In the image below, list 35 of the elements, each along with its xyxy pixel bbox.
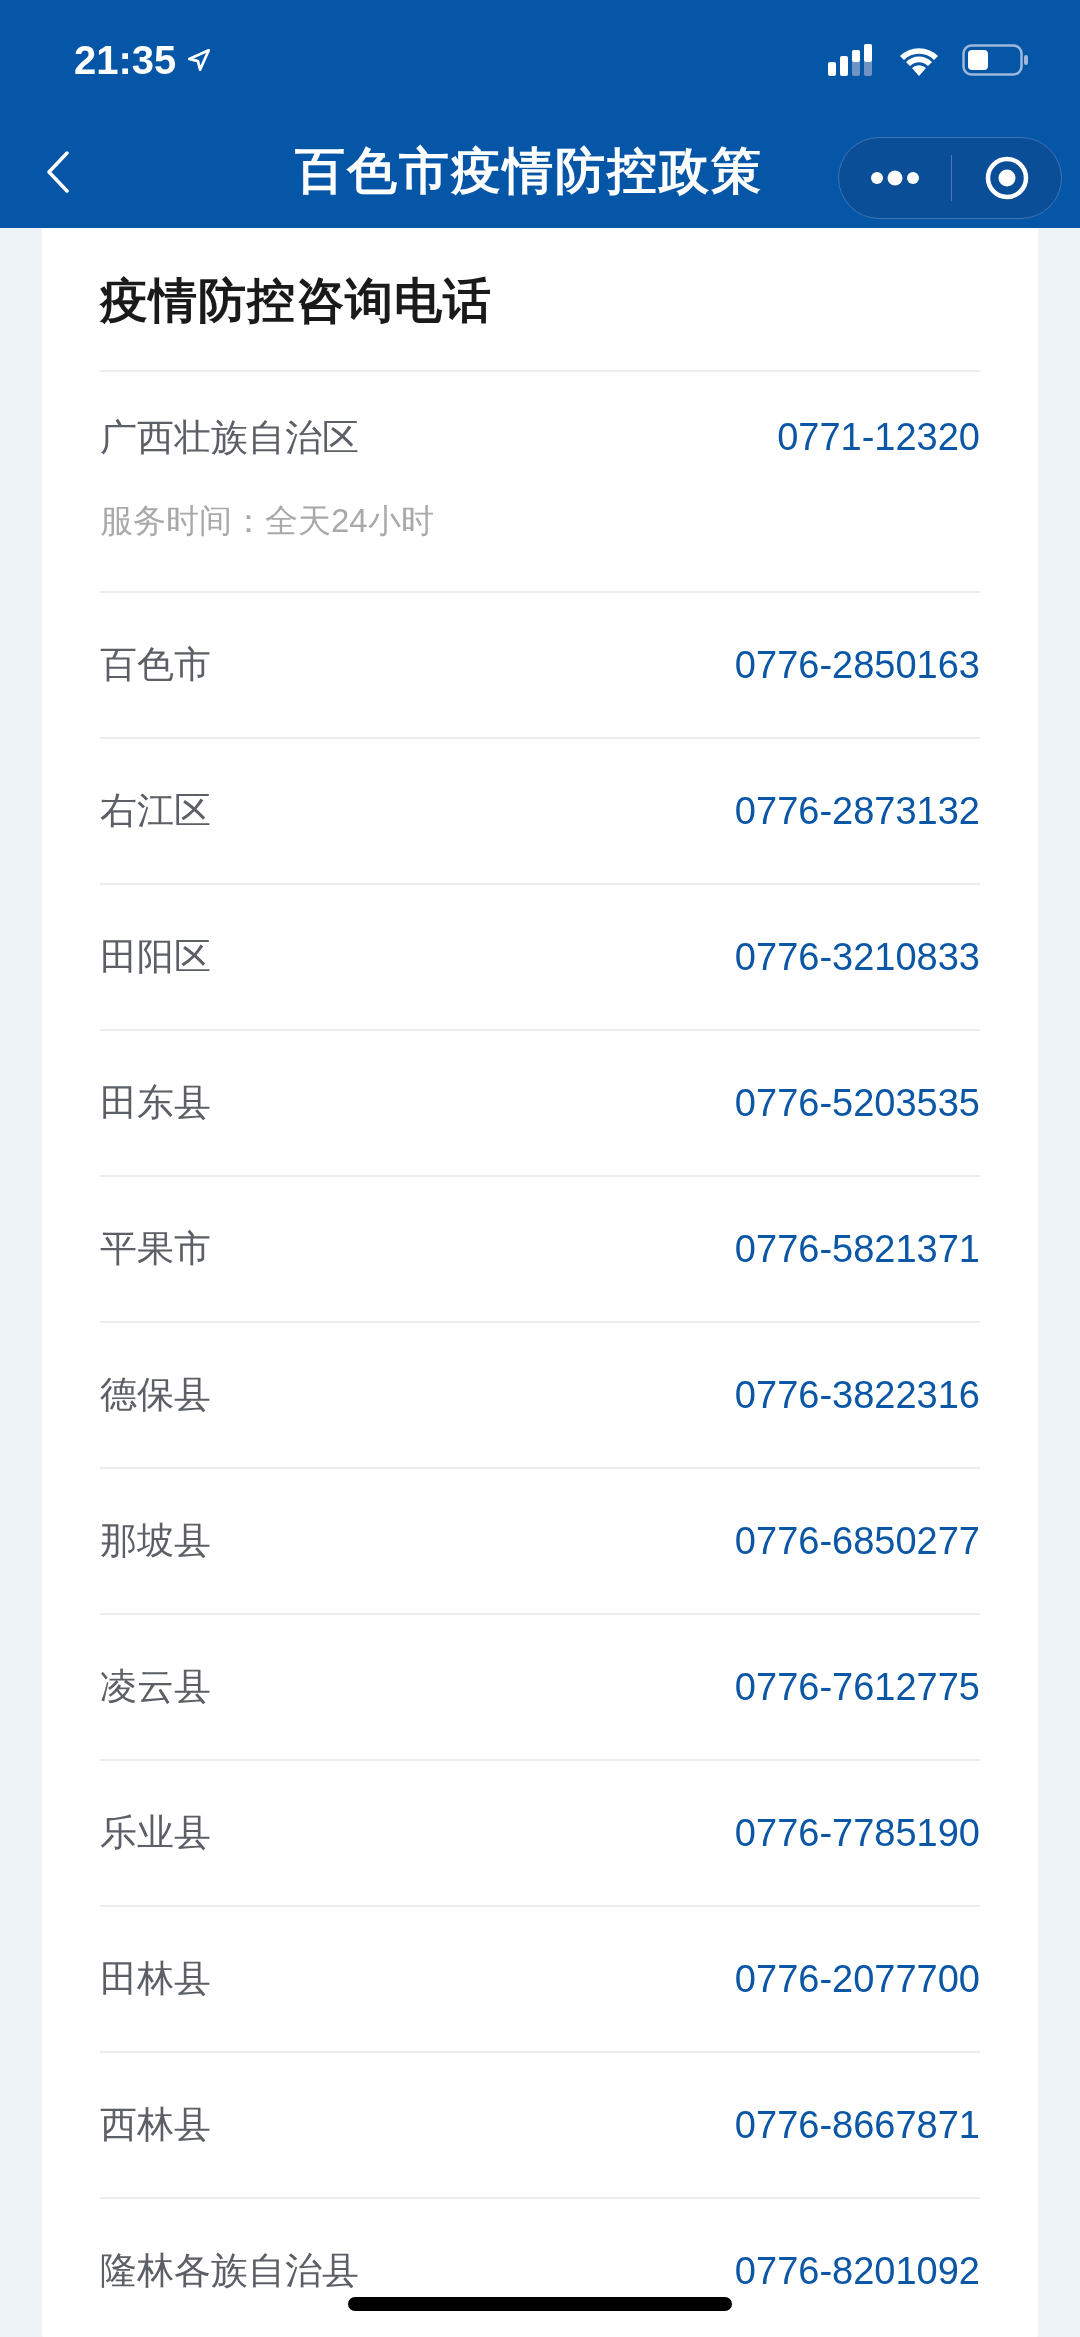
region-name: 乐业县 [100,1811,211,1856]
target-icon [983,155,1030,201]
region-name: 广西壮族自治区 [100,416,359,460]
phone-link[interactable]: 0771-12320 [777,409,980,467]
more-icon [870,170,920,186]
region-name: 西林县 [100,2103,211,2148]
region-name: 右江区 [100,789,211,834]
battery-icon [962,44,1028,76]
phone-link[interactable]: 0776-2077700 [734,1950,980,2008]
service-hours: 服务时间：全天24小时 [100,501,435,542]
phone-link[interactable]: 0776-7785190 [734,1804,980,1862]
phone-link[interactable]: 0776-3822316 [734,1366,980,1424]
phone-link[interactable]: 0776-2873132 [734,782,980,840]
phone-link[interactable]: 0776-2850163 [734,636,980,694]
region-name: 平果市 [100,1227,211,1272]
location-arrow-icon [186,47,213,73]
region-name: 田东县 [100,1081,211,1126]
region-name: 田阳区 [100,935,211,980]
back-chevron-icon [47,151,69,193]
phone-link[interactable]: 0776-7612775 [734,1658,980,1716]
region-name: 凌云县 [100,1665,211,1710]
phone-link[interactable]: 0776-8201092 [734,2242,980,2300]
phone-link[interactable]: 0776-6850277 [734,1512,980,1570]
page-title: 百色市疫情防控政策 [295,142,763,201]
phone-link[interactable]: 0776-8667871 [734,2096,980,2154]
region-name: 隆林各族自治县 [100,2249,359,2294]
region-name: 百色市 [100,643,211,688]
phone-link[interactable]: 0776-5203535 [734,1074,980,1132]
section-title: 疫情防控咨询电话 [100,273,492,329]
region-name: 田林县 [100,1957,211,2002]
phone-link[interactable]: 0776-5821371 [734,1220,980,1278]
phone-link[interactable]: 0776-3210833 [734,928,980,986]
status-time: 21:35 [74,37,177,84]
region-name: 德保县 [100,1373,211,1418]
region-name: 那坡县 [100,1519,211,1564]
